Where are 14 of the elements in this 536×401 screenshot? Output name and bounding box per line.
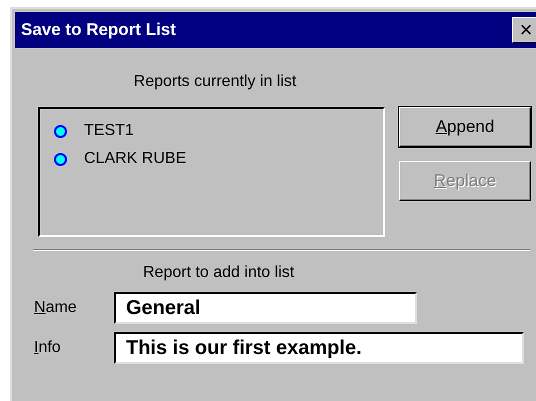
bullet-icon — [54, 124, 67, 138]
bullet-icon — [54, 152, 67, 166]
section-label: Report to add into list — [143, 264, 294, 281]
input-field[interactable]: This is our first example. — [114, 332, 524, 364]
field-label: Name — [34, 299, 78, 317]
field-label: Info — [34, 339, 62, 357]
list-item[interactable]: CLARK RUBE — [84, 150, 186, 168]
input-field[interactable]: General — [114, 292, 417, 324]
reports-label: Reports currently in list — [132, 72, 298, 92]
list-item[interactable]: TEST1 — [84, 122, 134, 140]
report-list[interactable]: TEST1 CLARK RUBE — [38, 107, 385, 237]
append-button[interactable]: Append — [399, 107, 531, 147]
window-title: Save to Report List — [21, 20, 176, 40]
close-button[interactable]: × — [512, 17, 536, 43]
